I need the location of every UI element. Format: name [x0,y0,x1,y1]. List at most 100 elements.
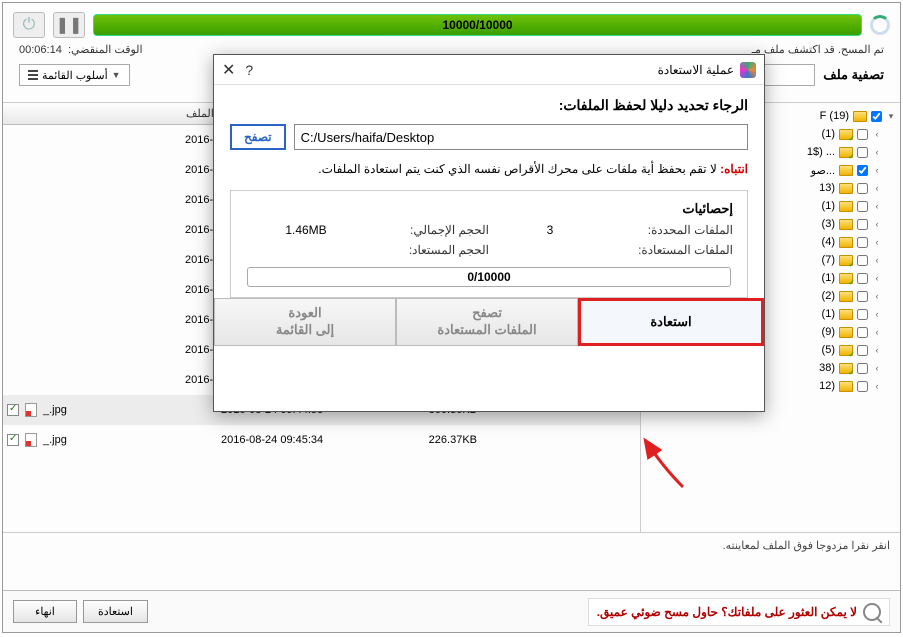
tree-checkbox[interactable] [857,129,868,140]
tree-checkbox[interactable] [857,147,868,158]
tree-caret-icon: › [872,237,882,247]
chevron-down-icon: ▼ [112,70,121,80]
stats-title: إحصائيات [245,201,733,217]
stop-button[interactable]: ⏻ [13,12,45,38]
dialog-help-button[interactable]: ? [245,62,253,78]
dialog-close-button[interactable]: ✕ [222,60,235,80]
list-icon [28,70,38,80]
tree-caret-icon: › [872,219,882,229]
folder-icon [839,201,853,212]
file-date: 2016-08-24 09:45:34 [221,434,379,446]
folder-icon [839,327,853,338]
tree-checkbox[interactable] [871,111,882,122]
tree-checkbox[interactable] [857,237,868,248]
file-row[interactable]: _.jpg2016-08-24 09:45:34226.37KB [3,425,640,455]
tree-caret-icon: › [872,201,882,211]
tree-item-label: (5) [822,344,835,356]
tree-caret-icon: › [872,345,882,355]
tree-caret-icon: › [872,273,882,283]
main-progress-bar: 10000/10000 [93,14,862,36]
tree-item-label: 1$) ... [807,146,835,158]
tree-checkbox[interactable] [857,255,868,266]
tree-item-label: (3) [822,218,835,230]
tree-checkbox[interactable] [857,327,868,338]
tree-checkbox[interactable] [857,291,868,302]
tree-caret-icon: › [872,129,882,139]
restore-dialog: عملية الاستعادة ? ✕ الرجاء تحديد دليلا ل… [213,54,765,412]
tree-caret-icon: › [872,309,882,319]
deep-scan-link[interactable]: لا يمكن العثور على ملفاتك؟ حاول مسح ضوئي… [588,598,890,626]
tree-item-label: (7) [822,254,835,266]
dialog-back-button[interactable]: العودةإلى القائمة [214,298,396,346]
tree-item-label: (1) [822,200,835,212]
tree-item-label: (2) [822,290,835,302]
tree-checkbox[interactable] [857,201,868,212]
folder-icon [839,363,853,374]
tree-checkbox[interactable] [857,363,868,374]
tree-item-label: 38) [819,362,835,374]
list-mode-label: أسلوب القائمة [42,69,108,82]
recover-button[interactable]: استعادة [83,600,148,623]
tree-item-label: 12) [819,380,835,392]
tree-item-label: (1) [822,128,835,140]
check-icon[interactable] [7,404,19,416]
tree-caret-icon: › [872,147,882,157]
dialog-title: عملية الاستعادة [658,63,734,77]
folder-icon [839,255,853,266]
spinner-icon [870,15,890,35]
tree-checkbox[interactable] [857,183,868,194]
dialog-heading: الرجاء تحديد دليلا لحفظ الملفات: [230,97,748,114]
recycle-icon [740,62,756,78]
tree-caret-icon: › [872,381,882,391]
tree-caret-icon: ▾ [886,111,896,122]
deep-scan-label: لا يمكن العثور على ملفاتك؟ حاول مسح ضوئي… [597,605,857,619]
tree-caret-icon: › [872,291,882,301]
warning-text: انتباه: لا تقم بحفظ أية ملفات على محرك ا… [230,162,748,176]
tree-checkbox[interactable] [857,219,868,230]
tree-checkbox[interactable] [857,273,868,284]
file-icon [25,433,37,447]
save-path-input[interactable] [294,124,748,150]
tree-item-label: F (19) [820,110,849,122]
file-name: _.jpg [43,434,221,446]
folder-icon [853,111,867,122]
magnifier-icon [863,603,881,621]
tree-checkbox[interactable] [857,309,868,320]
finish-button[interactable]: انهاء [13,600,77,623]
folder-icon [839,381,853,392]
dialog-recover-button[interactable]: استعادة [578,298,764,346]
folder-icon [839,345,853,356]
tree-item-label: صو... [811,164,835,177]
tree-caret-icon: › [872,327,882,337]
scan-status-text: تم المسح. قد اكتشف ملف مـ [752,43,884,56]
tree-checkbox[interactable] [857,345,868,356]
pause-button[interactable]: ❚❚ [53,12,85,38]
dialog-browse-recovered-button[interactable]: تصفحالملفات المستعادة [396,298,578,346]
file-icon [25,403,37,417]
list-mode-dropdown[interactable]: ▼ أسلوب القائمة [19,64,130,86]
tree-item-label: (1) [822,308,835,320]
filter-label: تصفية ملف [823,67,884,83]
folder-icon [839,147,853,158]
tree-caret-icon: › [872,165,882,175]
tree-item-label: (4) [822,236,835,248]
stats-grid: الملفات المحددة: 3 الحجم الإجمالي: 1.46M… [245,223,733,257]
folder-icon [839,291,853,302]
tree-checkbox[interactable] [857,381,868,392]
browse-button[interactable]: تصفح [230,124,286,150]
folder-icon [839,129,853,140]
tree-caret-icon: › [872,255,882,265]
folder-icon [839,183,853,194]
tree-item-label: (1) [822,272,835,284]
tree-caret-icon: › [872,183,882,193]
tree-checkbox[interactable] [857,165,868,176]
check-icon[interactable] [7,434,19,446]
tree-item-label: (9) [822,326,835,338]
folder-icon [839,237,853,248]
tree-item-label: 13) [819,182,835,194]
folder-icon [839,219,853,230]
preview-hint: انقر نقرا مزدوجا فوق الملف لمعاينته. [3,532,900,562]
elapsed-time: الوقت المنقضي: 00:06:14 [19,43,143,56]
folder-icon [839,273,853,284]
folder-icon [839,165,853,176]
